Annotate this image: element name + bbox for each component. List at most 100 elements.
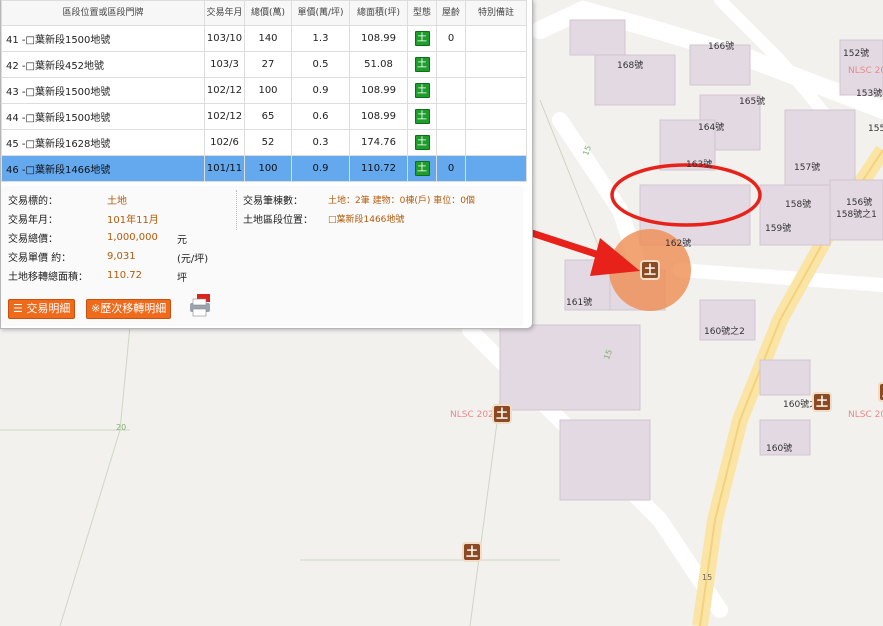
cell-type: 土 — [407, 103, 437, 130]
table-header-row: 區段位置或區段門牌 交易年月 總價(萬) 單價(萬/坪) 總面積(坪) 型態 屋… — [1, 0, 527, 26]
house-number-label: 166號 — [708, 42, 735, 52]
cell-unit-price: 0.5 — [291, 51, 350, 78]
cell-unit-price: 0.9 — [291, 77, 350, 104]
road-number-label: 15 — [702, 573, 713, 582]
cell-address: 45 -□葉新段1628地號 — [1, 129, 205, 156]
house-number-label: 164號 — [698, 123, 725, 133]
road-number-label: 20 — [116, 423, 127, 432]
cell-age: 0 — [436, 25, 466, 52]
transaction-detail: 交易標的： 土地 交易年月： 101年11月 交易總價： 1,000,000 元… — [1, 186, 523, 326]
col-header-total[interactable]: 總價(萬) — [244, 0, 292, 26]
cell-date: 102/12 — [204, 77, 245, 104]
detail-location-value: □葉新段1466地號 — [328, 215, 405, 225]
cell-age: 0 — [436, 155, 466, 182]
cell-type: 土 — [407, 77, 437, 104]
land-transaction-marker[interactable]: 土 — [812, 392, 832, 412]
col-header-note[interactable]: 特別備註 — [465, 0, 527, 26]
cell-note — [465, 51, 527, 78]
house-number-label: 168號 — [617, 61, 644, 71]
cell-area: 110.72 — [349, 155, 408, 182]
cell-type: 土 — [407, 155, 437, 182]
house-number-label: 162號 — [665, 239, 692, 249]
land-transaction-marker[interactable]: 土 — [878, 382, 883, 402]
house-number-label: 161號 — [566, 298, 593, 308]
cell-note — [465, 129, 527, 156]
house-number-label: 153號 — [856, 89, 883, 99]
pdf-print-icon[interactable] — [187, 294, 213, 318]
house-number-label: 160號 — [766, 444, 793, 454]
cell-age — [436, 129, 466, 156]
history-transfer-button[interactable]: ※歷次移轉明細 — [86, 299, 172, 319]
house-number-label: 158號 — [785, 200, 812, 210]
land-type-icon: 土 — [414, 57, 430, 72]
cell-type: 土 — [407, 129, 437, 156]
cell-total: 100 — [244, 77, 292, 104]
transaction-detail-button-label: 交易明細 — [26, 302, 71, 315]
detail-location-label: 土地區段位置： — [243, 215, 313, 226]
cell-address: 44 -□葉新段1500地號 — [1, 103, 205, 130]
table-row[interactable]: 44 -□葉新段1500地號 102/12 65 0.6 108.99 土 — [1, 103, 527, 130]
house-number-label: 158號之1 — [836, 210, 877, 220]
land-transaction-marker[interactable]: 土 — [462, 542, 482, 562]
cell-type: 土 — [407, 25, 437, 52]
cell-age — [436, 103, 466, 130]
cell-total: 140 — [244, 25, 292, 52]
cell-address: 43 -□葉新段1500地號 — [1, 77, 205, 104]
detail-month-value: 101年11月 — [107, 215, 159, 226]
cell-type: 土 — [407, 51, 437, 78]
house-number-label: 165號 — [739, 97, 766, 107]
table-row[interactable]: 41 -□葉新段1500地號 103/10 140 1.3 108.99 土 0 — [1, 25, 527, 52]
cell-unit-price: 0.9 — [291, 155, 350, 182]
land-type-icon: 土 — [414, 161, 430, 176]
detail-unit-unit: (元/坪) — [177, 254, 209, 265]
detail-area-value: 110.72 — [107, 270, 142, 281]
cell-note — [465, 77, 527, 104]
cell-area: 51.08 — [349, 51, 408, 78]
cell-unit-price: 0.6 — [291, 103, 350, 130]
table-row-selected[interactable]: 46 -□葉新段1466地號 101/11 100 0.9 110.72 土 0 — [1, 155, 527, 182]
detail-subject-label: 交易標的： — [8, 196, 58, 207]
col-header-address[interactable]: 區段位置或區段門牌 — [1, 0, 205, 26]
land-type-icon: 土 — [414, 109, 430, 124]
house-number-label: 163號 — [686, 160, 713, 170]
detail-subject-value: 土地 — [107, 196, 127, 207]
col-header-date[interactable]: 交易年月 — [204, 0, 245, 26]
house-number-label: 152號 — [843, 49, 870, 59]
land-transaction-marker[interactable]: 土 — [492, 404, 512, 424]
transaction-panel: 區段位置或區段門牌 交易年月 總價(萬) 單價(萬/坪) 總面積(坪) 型態 屋… — [0, 0, 533, 329]
table-row[interactable]: 42 -□葉新段452地號 103/3 27 0.5 51.08 土 — [1, 51, 527, 78]
land-transaction-marker[interactable]: 土 — [640, 260, 660, 280]
land-type-icon: 土 — [414, 83, 430, 98]
col-header-unit-price[interactable]: 單價(萬/坪) — [291, 0, 350, 26]
table-row[interactable]: 45 -□葉新段1628地號 102/6 52 0.3 174.76 土 — [1, 129, 527, 156]
cell-total: 65 — [244, 103, 292, 130]
cell-date: 101/11 — [204, 155, 245, 182]
land-type-icon: 土 — [414, 31, 430, 46]
list-icon: ☰ — [13, 302, 23, 315]
cell-date: 102/12 — [204, 103, 245, 130]
col-header-type[interactable]: 型態 — [407, 0, 437, 26]
cell-area: 174.76 — [349, 129, 408, 156]
col-header-age[interactable]: 屋齡 — [436, 0, 466, 26]
detail-unit-value: 9,031 — [107, 251, 136, 262]
detail-divider — [236, 190, 238, 230]
house-number-label: 160號之2 — [704, 327, 745, 337]
cell-total: 100 — [244, 155, 292, 182]
col-header-area[interactable]: 總面積(坪) — [349, 0, 408, 26]
table-row[interactable]: 43 -□葉新段1500地號 102/12 100 0.9 108.99 土 — [1, 77, 527, 104]
detail-area-label: 土地移轉總面積： — [8, 272, 88, 283]
cell-unit-price: 1.3 — [291, 25, 350, 52]
detail-month-label: 交易年月： — [8, 215, 58, 226]
detail-count-value: 土地：2筆 建物：0棟(戶) 車位：0個 — [328, 196, 475, 206]
detail-area-unit: 坪 — [177, 273, 187, 284]
cell-unit-price: 0.3 — [291, 129, 350, 156]
house-number-label: 157號 — [794, 163, 821, 173]
house-number-label: 159號 — [765, 224, 792, 234]
cell-note — [465, 155, 527, 182]
history-transfer-button-label: ※歷次移轉明細 — [91, 302, 167, 315]
map-watermark: NLSC 2021 — [848, 410, 883, 420]
transaction-detail-button[interactable]: ☰ 交易明細 — [8, 299, 76, 319]
cell-area: 108.99 — [349, 103, 408, 130]
detail-total-value: 1,000,000 — [107, 232, 158, 243]
cell-note — [465, 103, 527, 130]
